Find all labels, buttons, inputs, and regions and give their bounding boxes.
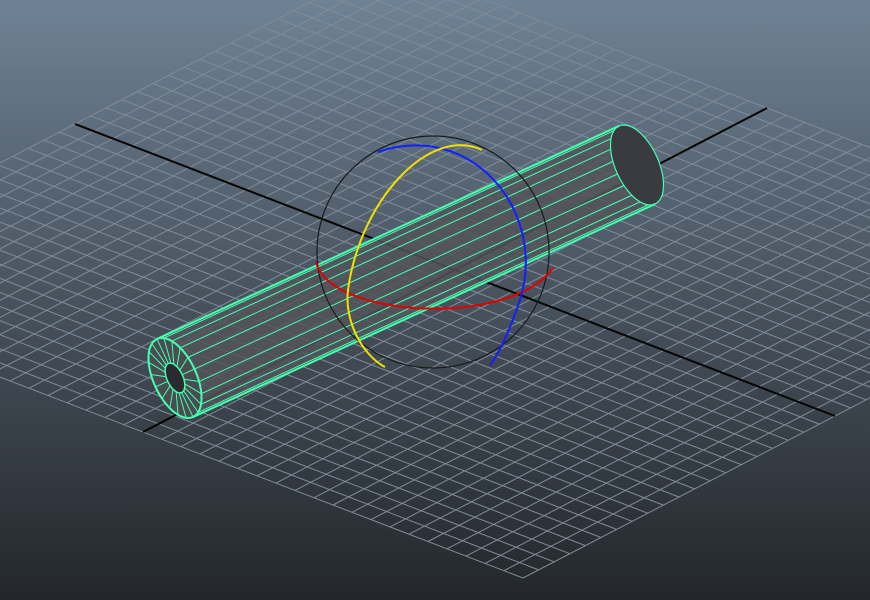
viewport-scene[interactable]	[0, 0, 870, 600]
perspective-viewport[interactable]	[0, 0, 870, 600]
